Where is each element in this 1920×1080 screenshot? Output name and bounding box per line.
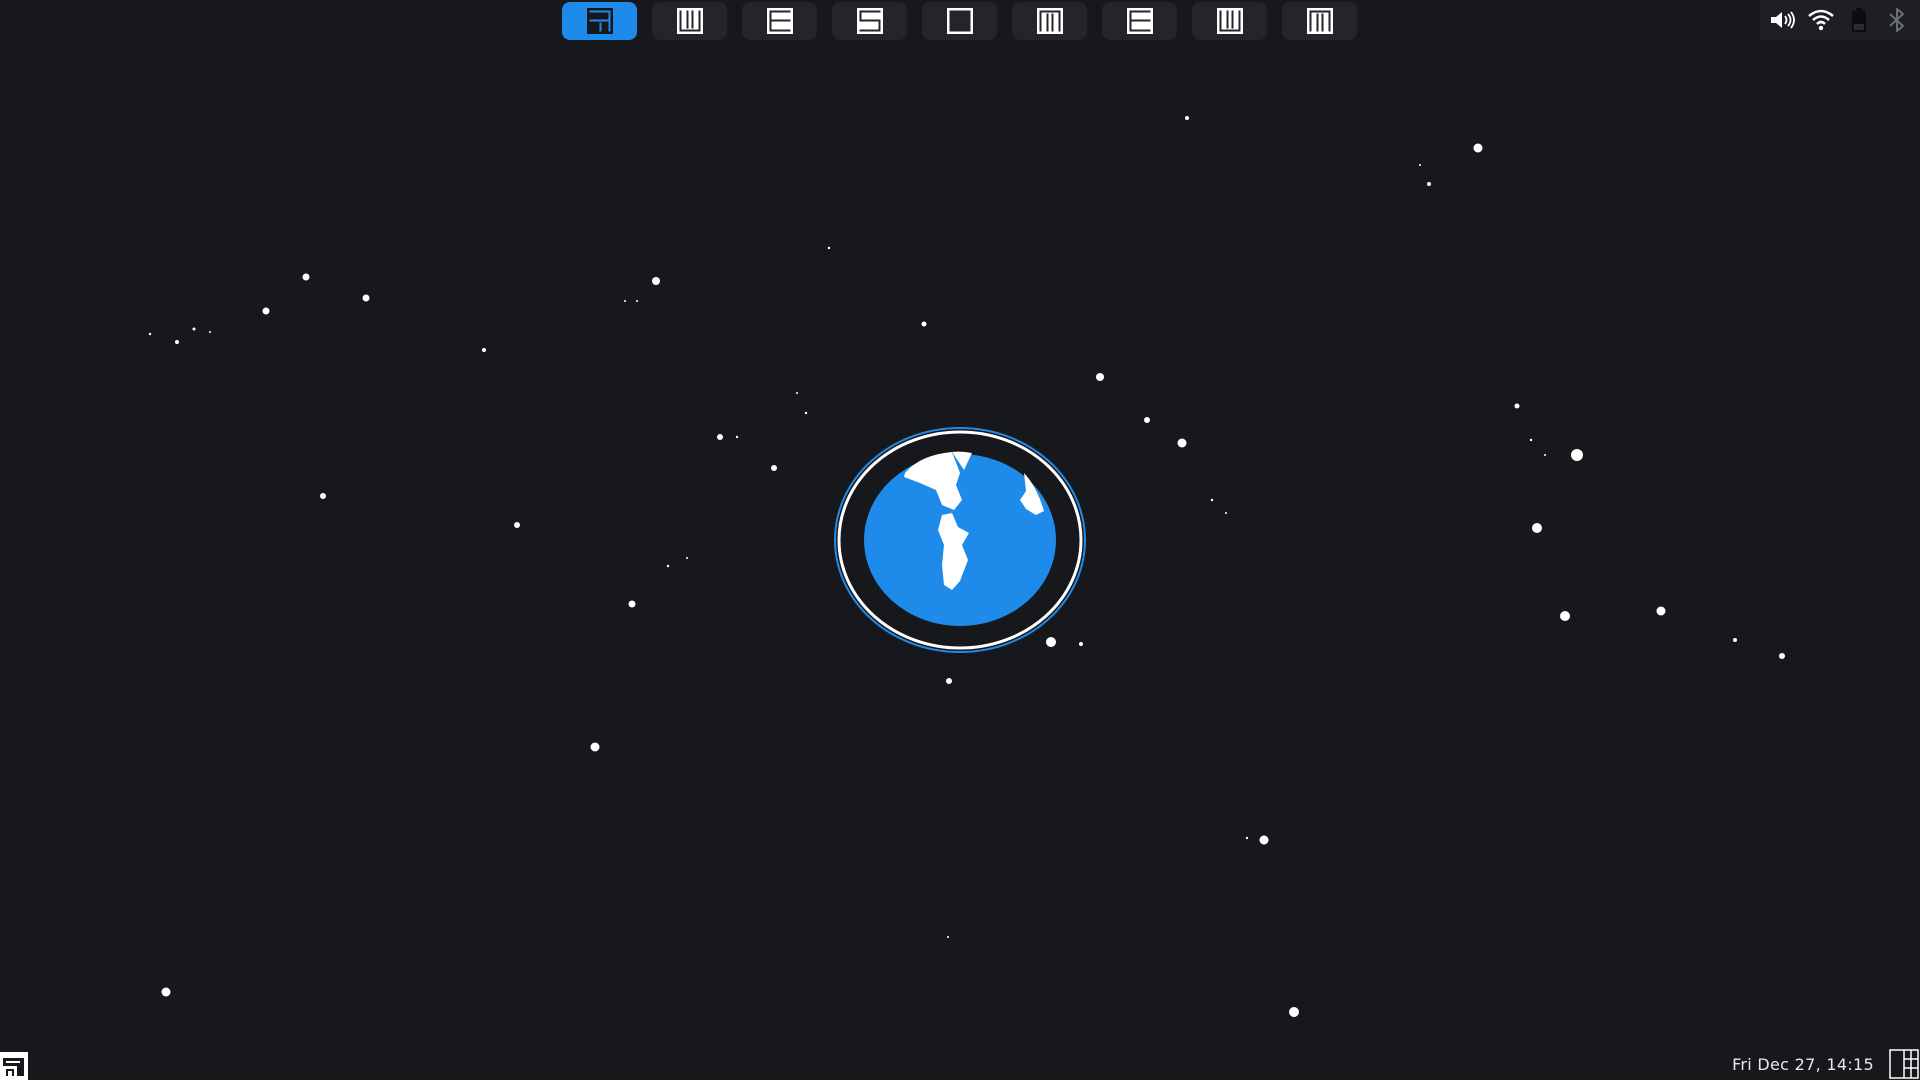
star: [636, 300, 638, 302]
star: [262, 307, 270, 315]
star: [771, 465, 777, 471]
star: [796, 392, 798, 394]
star: [1096, 373, 1104, 381]
star: [1144, 417, 1150, 423]
star: [1733, 638, 1737, 642]
tag-bar: [562, 2, 1357, 40]
awesome-w-icon: [1216, 8, 1243, 34]
awesome-logo-icon[interactable]: [0, 1050, 30, 1080]
volume-icon[interactable]: [1768, 5, 1798, 35]
star: [1259, 835, 1269, 845]
star: [1514, 403, 1520, 409]
awesome-e-icon: [766, 8, 793, 34]
star: [686, 557, 688, 559]
awesome-s-icon: [856, 8, 883, 34]
star: [175, 340, 179, 344]
star: [1656, 606, 1666, 616]
tag-button-9[interactable]: [1282, 2, 1357, 40]
star: [624, 300, 626, 302]
star: [1571, 449, 1583, 461]
star: [148, 332, 152, 336]
star: [1532, 523, 1542, 533]
star: [1529, 438, 1533, 442]
star: [192, 327, 196, 331]
star: [590, 742, 600, 752]
tile-layout-icon[interactable]: [1888, 1048, 1920, 1080]
awesome-e-icon: [1126, 8, 1153, 34]
awesome-a-icon: [586, 8, 613, 34]
desktop-wallpaper: Fri Dec 27, 14:15: [0, 0, 1920, 1080]
star: [1210, 498, 1214, 502]
tag-button-8[interactable]: [1192, 2, 1267, 40]
star: [1419, 164, 1421, 166]
star: [482, 348, 486, 352]
tag-button-3[interactable]: [742, 2, 817, 40]
star: [666, 564, 670, 568]
bluetooth-icon[interactable]: [1882, 5, 1912, 35]
star: [1185, 116, 1189, 120]
star: [1544, 454, 1546, 456]
tag-button-6[interactable]: [1012, 2, 1087, 40]
tag-button-2[interactable]: [652, 2, 727, 40]
tag-button-1[interactable]: [562, 2, 637, 40]
tag-button-7[interactable]: [1102, 2, 1177, 40]
star: [804, 411, 808, 415]
awesome-o-icon: [946, 8, 973, 34]
awesome-m-icon: [1036, 8, 1063, 34]
star: [946, 678, 952, 684]
awesome-w-icon: [676, 8, 703, 34]
star: [1427, 182, 1431, 186]
star: [717, 434, 723, 440]
star: [921, 321, 927, 327]
systray: [1760, 0, 1920, 40]
wifi-icon[interactable]: [1806, 5, 1836, 35]
star: [1560, 611, 1570, 621]
star: [652, 277, 660, 285]
clock[interactable]: Fri Dec 27, 14:15: [1732, 1055, 1874, 1074]
star: [362, 294, 370, 302]
star: [1177, 438, 1187, 448]
star: [735, 435, 739, 439]
star: [209, 331, 211, 333]
star: [1473, 143, 1483, 153]
tag-button-4[interactable]: [832, 2, 907, 40]
awesome-m-icon: [1306, 8, 1333, 34]
star: [1225, 512, 1227, 514]
star: [628, 600, 636, 608]
star: [1289, 1007, 1299, 1017]
battery-icon[interactable]: [1844, 5, 1874, 35]
star: [947, 936, 949, 938]
tag-button-5[interactable]: [922, 2, 997, 40]
globe-icon: [834, 427, 1086, 653]
star: [1779, 653, 1785, 659]
star: [827, 246, 831, 250]
star: [1245, 836, 1249, 840]
star: [302, 273, 310, 281]
star: [514, 522, 520, 528]
star: [320, 493, 326, 499]
star: [161, 987, 171, 997]
